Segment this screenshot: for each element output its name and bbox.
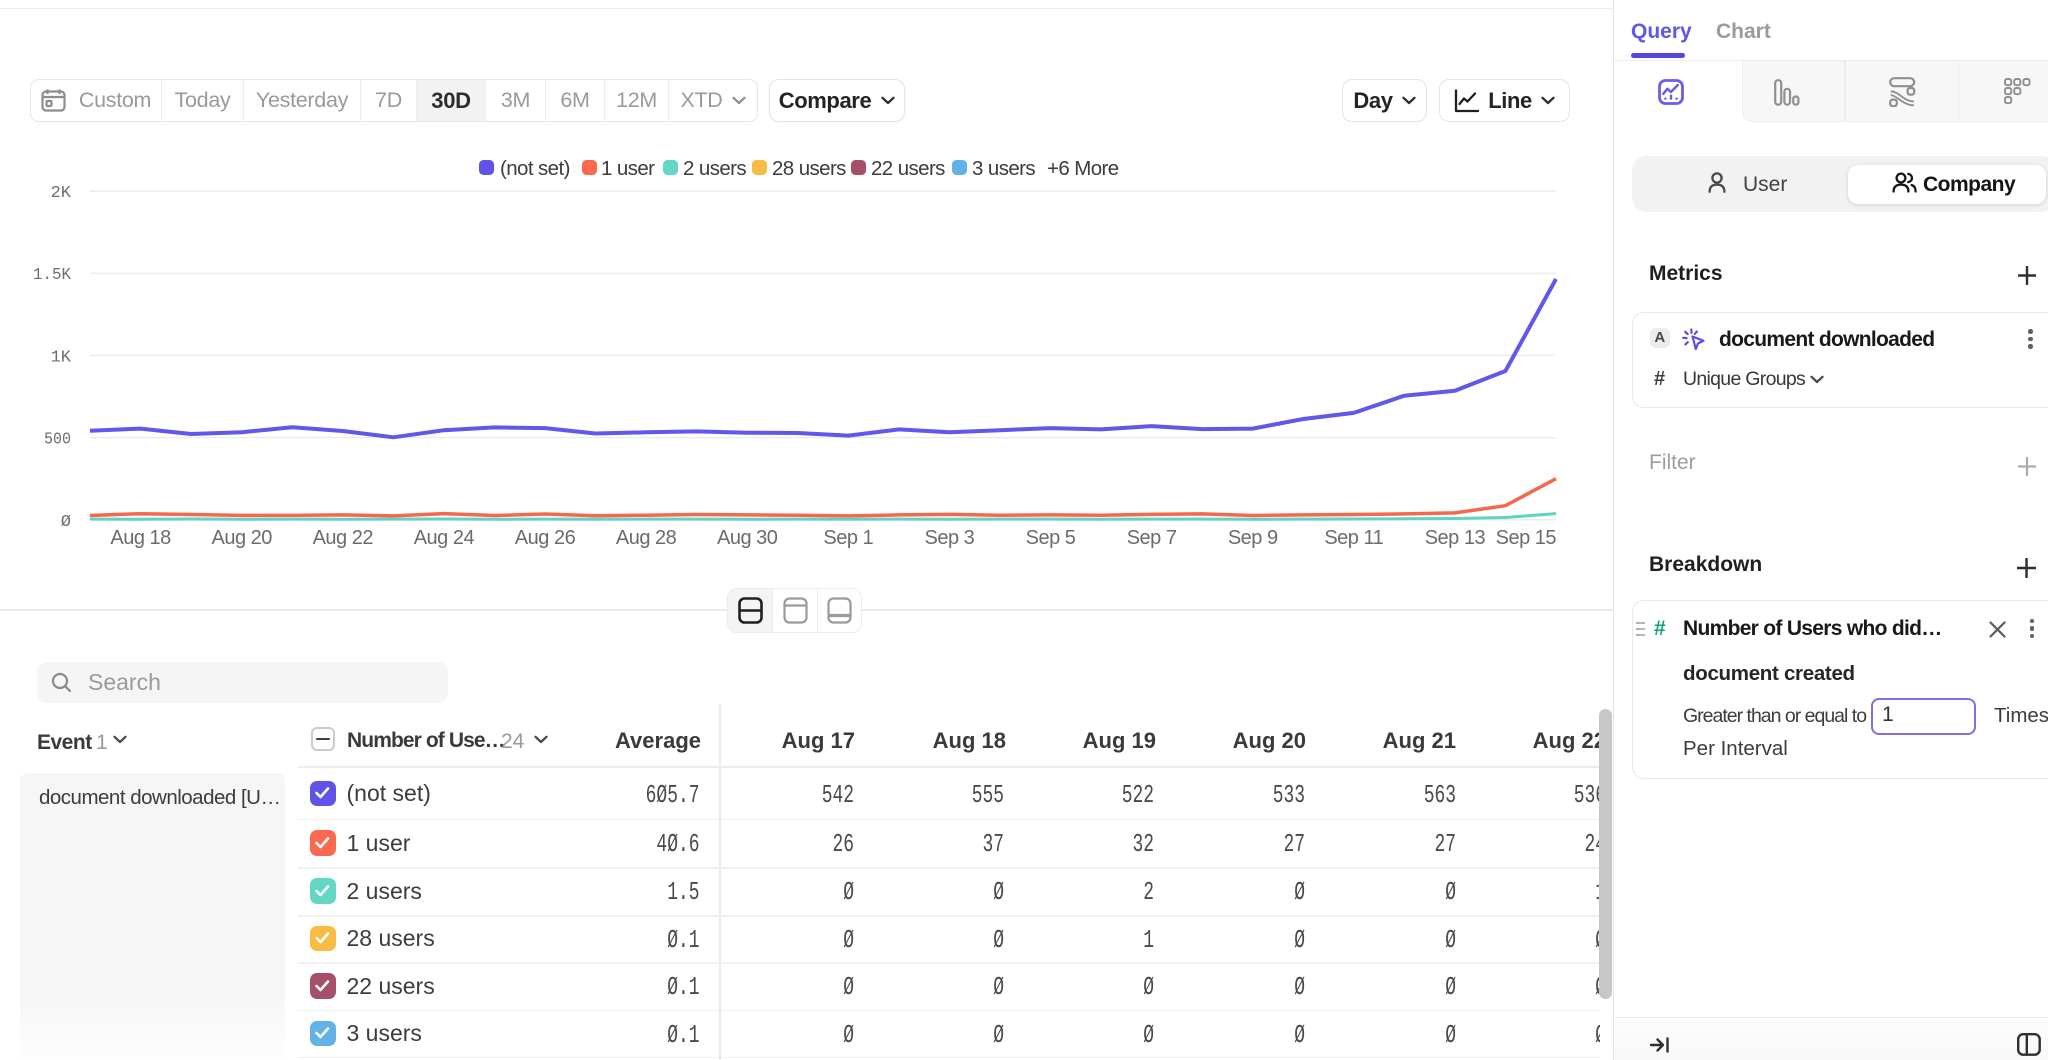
svg-text:Sep 5: Sep 5: [1026, 527, 1076, 549]
svg-text:500: 500: [44, 431, 71, 450]
svg-text:Aug 18: Aug 18: [110, 527, 171, 549]
svg-text:Ø: Ø: [61, 513, 71, 532]
svg-text:Sep 11: Sep 11: [1324, 527, 1383, 549]
svg-text:Aug 20: Aug 20: [212, 527, 273, 549]
svg-text:Sep 13: Sep 13: [1425, 527, 1486, 549]
svg-text:Sep 15: Sep 15: [1496, 527, 1557, 549]
svg-text:Sep 1: Sep 1: [823, 527, 873, 549]
svg-text:Sep 7: Sep 7: [1127, 527, 1177, 549]
svg-text:Sep 3: Sep 3: [925, 527, 975, 549]
svg-text:Aug 28: Aug 28: [616, 527, 677, 549]
svg-text:1K: 1K: [51, 348, 72, 367]
svg-text:Aug 30: Aug 30: [717, 527, 778, 549]
svg-text:1.5K: 1.5K: [33, 266, 72, 285]
svg-text:Aug 24: Aug 24: [414, 527, 475, 549]
svg-text:2K: 2K: [51, 184, 72, 203]
svg-text:Aug 26: Aug 26: [515, 527, 576, 549]
svg-text:Sep 9: Sep 9: [1228, 527, 1278, 549]
svg-text:Aug 22: Aug 22: [313, 527, 374, 549]
